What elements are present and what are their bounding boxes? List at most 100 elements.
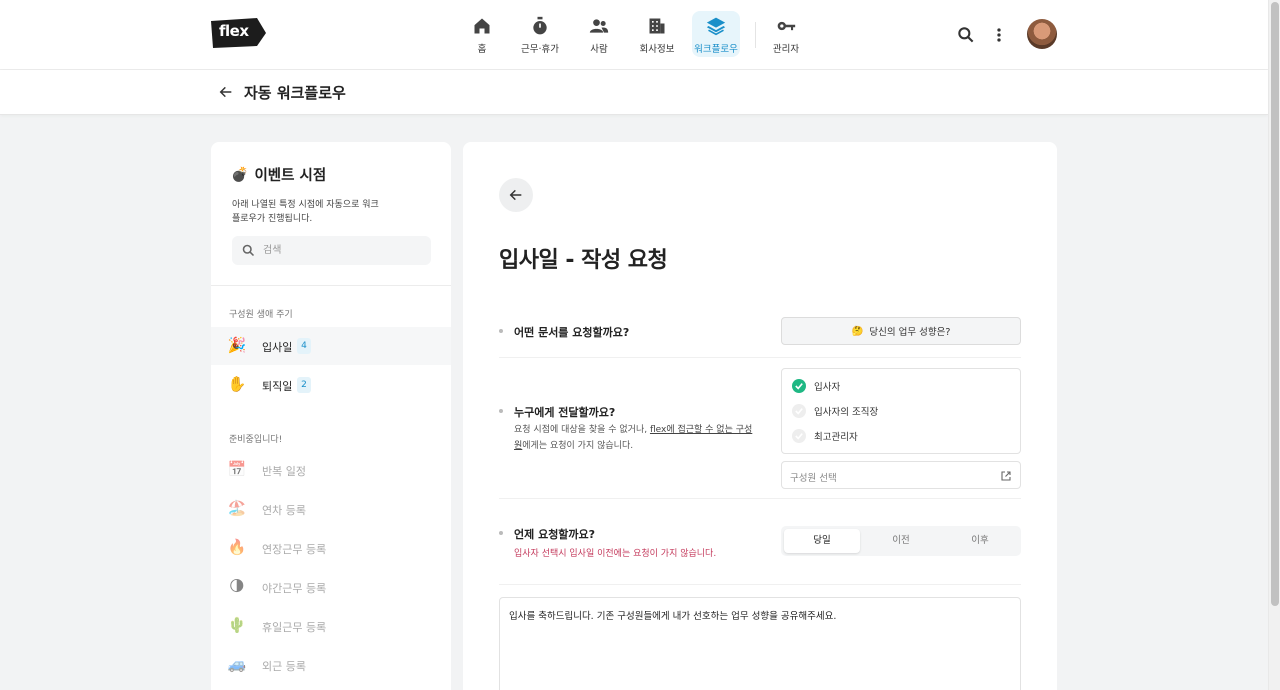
member-select-field[interactable]: 구성원 선택 — [781, 461, 1021, 489]
event-item-night-work: 🌗 야간근무 등록 — [211, 568, 451, 606]
request-message-textarea[interactable]: 입사를 축하드립니다. 기존 구성원들에게 내가 선호하는 업무 성향을 공유해… — [499, 597, 1021, 690]
raised-hand-icon: ✋ — [227, 375, 247, 393]
panel-divider — [211, 285, 451, 286]
open-external-icon — [1001, 471, 1011, 481]
section-label-coming-soon: 준비중입니다! — [229, 435, 283, 445]
search-icon — [242, 244, 255, 257]
layers-icon — [706, 17, 726, 36]
recipient-options: 입사자 입사자의 조직장 최고관리자 — [781, 368, 1021, 454]
event-item-annual-leave: 🏖️ 연차 등록 — [211, 490, 451, 528]
bomb-icon: 💣 — [231, 166, 249, 183]
event-item-label: 퇴직일 — [262, 380, 293, 393]
event-item-overtime: 🔥 연장근무 등록 — [211, 529, 451, 567]
moon-icon: 🌗 — [229, 577, 245, 595]
bullet — [499, 531, 503, 535]
bullet — [499, 329, 503, 333]
recipient-label: 입사자의 조직장 — [814, 407, 879, 418]
event-item-resignation-date[interactable]: ✋ 퇴직일 2 — [211, 366, 451, 404]
event-item-field-work: 🚙 외근 등록 — [211, 646, 451, 684]
car-icon: 🚙 — [227, 655, 247, 673]
nav-admin-label: 관리자 — [772, 44, 800, 55]
search-icon[interactable] — [956, 25, 976, 45]
section-label-lifecycle: 구성원 생애 주기 — [229, 310, 293, 320]
logo-text: flex — [219, 22, 249, 40]
nav-company-info[interactable]: 회사정보 — [633, 11, 681, 57]
document-select-button[interactable]: 🤔 당신의 업무 성향은? — [781, 317, 1021, 345]
timing-option-after[interactable]: 이후 — [942, 529, 1018, 553]
recipient-option-new-hire[interactable]: 입사자 — [792, 378, 840, 394]
nav-home[interactable]: 홈 — [458, 11, 506, 57]
nav-workflow-label: 워크플로우 — [694, 44, 738, 55]
event-item-label: 휴일근무 등록 — [262, 621, 327, 634]
help-text-part1: 요청 시점에 대상을 찾을 수 없거나, — [514, 425, 650, 435]
check-circle-icon — [792, 379, 806, 393]
recipient-help-text: 요청 시점에 대상을 찾을 수 없거나, flex에 접근할 수 없는 구성원에… — [514, 422, 754, 454]
count-badge: 4 — [297, 338, 311, 354]
back-button[interactable] — [499, 178, 533, 212]
nav-admin[interactable]: 관리자 — [762, 11, 810, 57]
page-scrollbar[interactable] — [1268, 0, 1280, 690]
nav-work-leave[interactable]: 근무·휴가 — [516, 11, 564, 57]
request-message-text: 입사를 축하드립니다. 기존 구성원들에게 내가 선호하는 업무 성향을 공유해… — [509, 611, 837, 622]
cactus-icon: 🌵 — [227, 616, 247, 634]
workflow-title: 입사일 - 작성 요청 — [499, 248, 668, 273]
event-timing-description: 아래 나열된 특정 시점에 자동으로 워크플로우가 진행됩니다. — [232, 200, 379, 224]
beach-icon: 🏖️ — [227, 499, 247, 517]
event-item-label: 입사일 — [262, 341, 293, 354]
key-icon — [777, 21, 796, 31]
stopwatch-icon — [533, 16, 547, 35]
nav-work-leave-label: 근무·휴가 — [521, 44, 559, 55]
workflow-detail-panel: 입사일 - 작성 요청 어떤 문서를 요청할까요? 🤔 당신의 업무 성향은? … — [463, 142, 1057, 690]
recipient-label: 입사자 — [814, 382, 841, 393]
avatar[interactable] — [1027, 19, 1057, 49]
back-arrow-icon — [509, 189, 522, 201]
event-search-box[interactable] — [232, 236, 431, 265]
bullet — [499, 409, 503, 413]
top-navigation-bar: flex 홈 근무·휴가 사람 회사정보 워크플로우 관리자 — [0, 0, 1268, 70]
event-item-holiday-work: 🌵 휴일근무 등록 — [211, 607, 451, 645]
check-circle-icon — [792, 404, 806, 418]
event-item-recurring: 📅 반복 일정 — [211, 451, 451, 489]
timing-warning: 입사자 선택시 입사일 이전에는 요청이 가지 않습니다. — [514, 549, 717, 559]
question-timing: 언제 요청할까요? — [514, 528, 596, 541]
check-circle-icon — [792, 429, 806, 443]
row-divider — [499, 498, 1021, 499]
event-item-label: 외근 등록 — [262, 660, 306, 673]
building-icon — [649, 18, 665, 34]
flex-logo[interactable]: flex — [211, 18, 267, 48]
nav-company-info-label: 회사정보 — [639, 44, 675, 55]
event-timing-title: 💣 이벤트 시점 — [231, 164, 326, 185]
recipient-label: 최고관리자 — [814, 432, 858, 443]
event-search-input[interactable] — [263, 236, 423, 265]
row-divider — [499, 357, 1021, 358]
row-divider — [499, 584, 1021, 585]
event-item-label: 연장근무 등록 — [262, 543, 327, 556]
back-arrow-icon[interactable] — [218, 84, 234, 100]
event-item-label: 반복 일정 — [262, 465, 306, 478]
nav-workflow[interactable]: 워크플로우 — [692, 11, 740, 57]
calendar-icon: 📅 — [227, 460, 247, 478]
fire-icon: 🔥 — [227, 538, 247, 556]
thinking-face-icon: 🤔 — [851, 325, 864, 337]
recipient-option-super-admin[interactable]: 최고관리자 — [792, 428, 858, 444]
people-icon — [589, 19, 609, 33]
event-timing-title-text: 이벤트 시점 — [254, 168, 327, 184]
home-icon — [474, 18, 490, 34]
scrollbar-thumb[interactable] — [1271, 2, 1279, 606]
help-text-part2: 에게는 요청이 가지 않습니다. — [522, 441, 634, 451]
member-select-placeholder: 구성원 선택 — [790, 473, 837, 484]
event-timing-panel: 💣 이벤트 시점 아래 나열된 특정 시점에 자동으로 워크플로우가 진행됩니다… — [211, 142, 451, 690]
event-item-hire-date[interactable]: 🎉 입사일 4 — [211, 327, 451, 365]
document-name: 당신의 업무 성향은? — [869, 327, 951, 338]
event-item-label: 연차 등록 — [262, 504, 306, 517]
more-vertical-icon[interactable] — [989, 25, 1009, 45]
nav-people[interactable]: 사람 — [575, 11, 623, 57]
timing-option-before[interactable]: 이전 — [863, 529, 939, 553]
recipient-option-manager[interactable]: 입사자의 조직장 — [792, 403, 878, 419]
question-recipient: 누구에게 전달할까요? — [514, 406, 616, 419]
timing-option-same-day[interactable]: 당일 — [784, 529, 860, 553]
party-popper-icon: 🎉 — [227, 336, 247, 354]
question-document: 어떤 문서를 요청할까요? — [514, 326, 630, 339]
page-title: 자동 워크플로우 — [244, 84, 346, 102]
event-item-label: 야간근무 등록 — [262, 582, 327, 595]
